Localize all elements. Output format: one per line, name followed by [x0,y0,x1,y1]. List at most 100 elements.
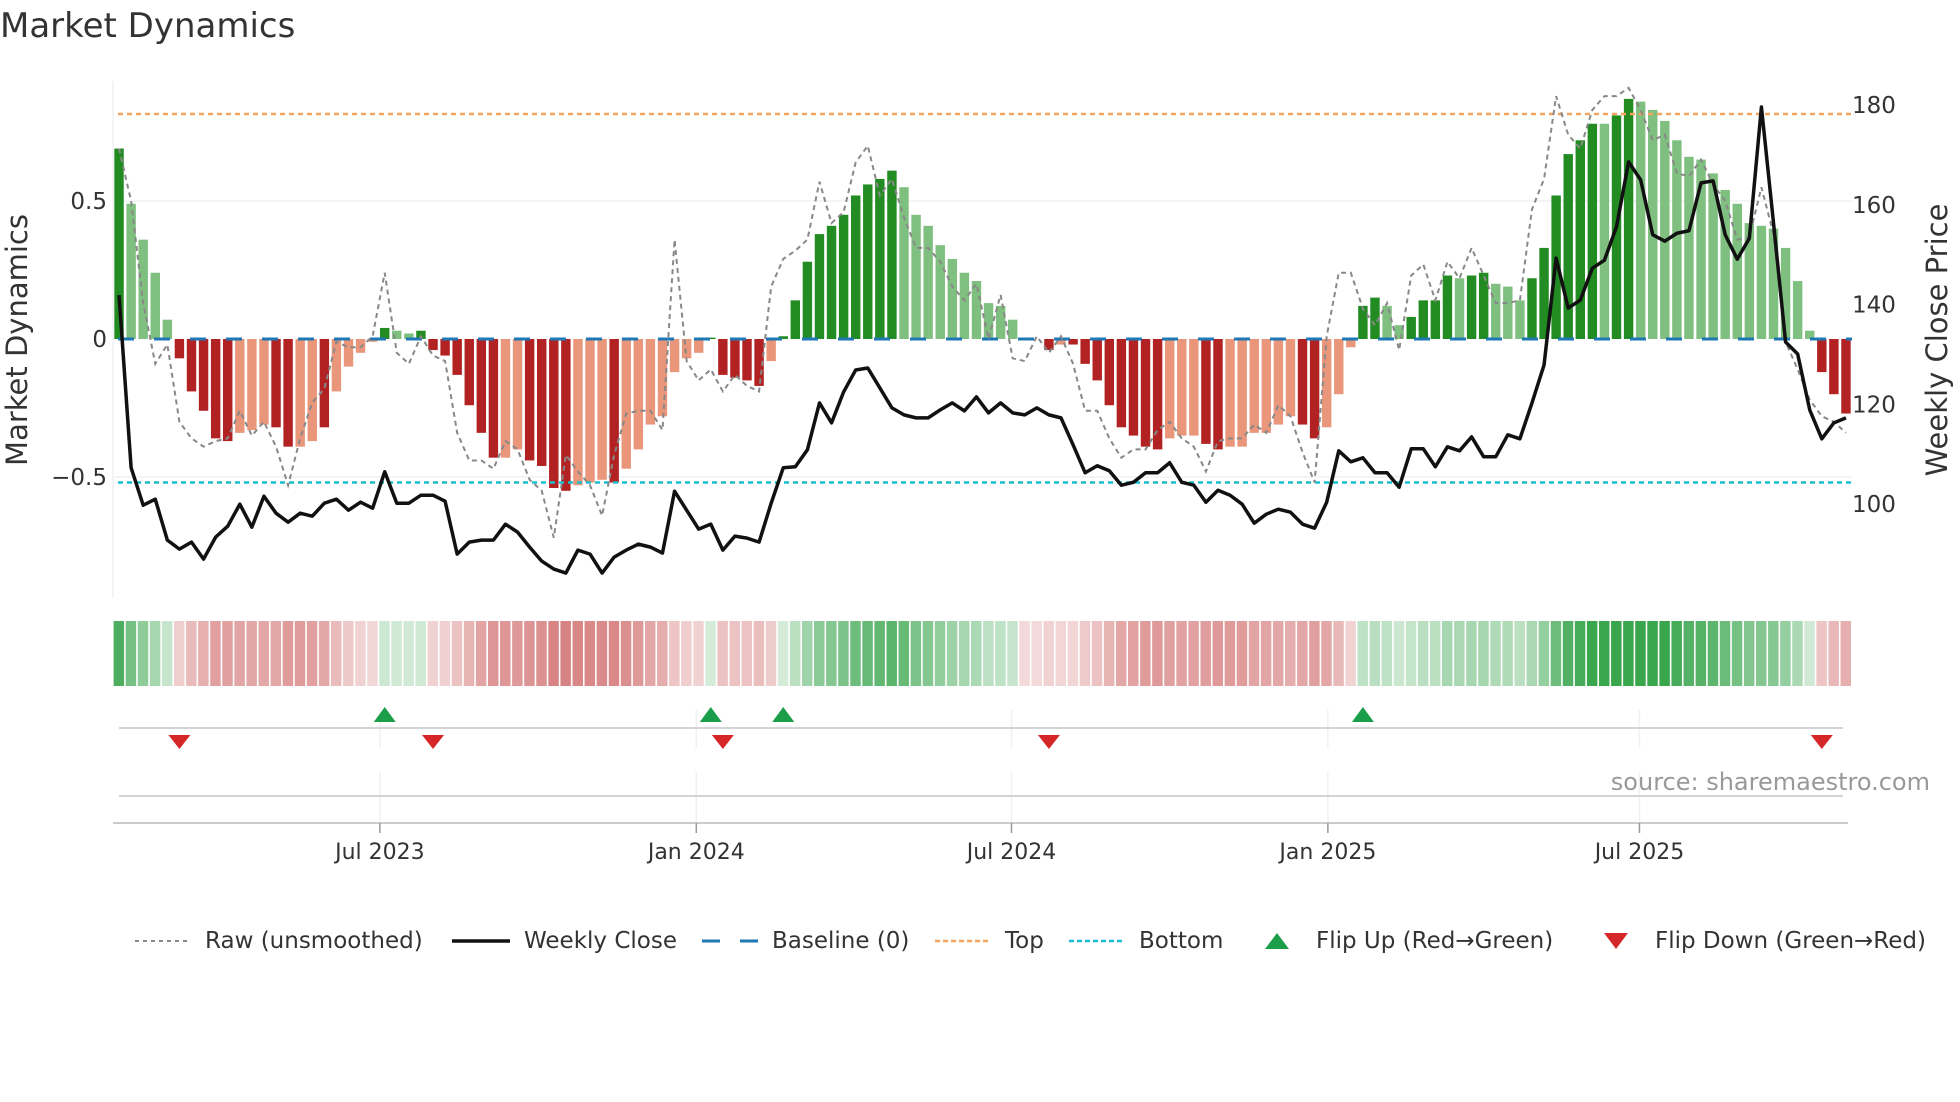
regime-cell [1115,621,1127,686]
momentum-bar [875,178,885,339]
flip-up-marker [373,707,396,722]
legend-item-bottom: Bottom [1069,924,1223,958]
y-tick-label: 0.5 [70,189,107,215]
momentum-bar [1430,300,1441,339]
y2-tick-label: 180 [1852,93,1896,119]
regime-cell [1743,621,1755,686]
regime-cell [536,621,547,686]
regime-cell [1103,621,1115,686]
regime-cell [1840,621,1851,686]
regime-cell [1598,621,1610,686]
regime-cell [1586,621,1598,686]
momentum-bar [1092,339,1102,381]
legend-label: Raw (unsmoothed) [205,928,423,954]
momentum-bar [1309,339,1320,439]
regime-cell [246,621,257,686]
flip-up-marker [772,707,795,722]
momentum-bar [428,339,438,351]
momentum-bar [452,339,462,375]
regime-cell [330,621,342,686]
momentum-bar [730,339,740,378]
regime-cell [1272,621,1284,686]
regime-cell [971,621,982,686]
momentum-bar [971,281,982,339]
momentum-bar [1285,339,1296,417]
momentum-bar [138,239,148,339]
regime-cell [1478,621,1489,686]
regime-cell [1695,621,1707,686]
momentum-bar [488,339,499,458]
regime-cell [1792,621,1803,686]
regime-cell [125,621,137,686]
regime-cell [753,621,765,686]
momentum-bar [343,339,354,367]
regime-cell [814,621,825,686]
regime-cell [632,621,644,686]
y-tick-label: 0 [92,327,107,353]
momentum-bar [1261,339,1272,433]
regime-cell [524,621,535,686]
regime-strip [113,621,1851,686]
momentum-bar [1503,286,1513,339]
regime-cell [644,621,656,686]
regime-cell [584,621,596,686]
momentum-bar [500,339,511,458]
y2-axis-label: Weekly Close Price [1920,204,1954,477]
momentum-bar [283,339,293,447]
regime-cell [1780,621,1791,686]
regime-cell [1260,621,1272,686]
regime-cell [343,621,354,686]
momentum-bar [1599,123,1610,339]
momentum-bar [597,339,607,480]
regime-cell [1417,621,1429,686]
raw-line [118,86,1847,538]
regime-cell [1188,621,1199,686]
regime-cell [1635,621,1646,686]
momentum-bar [1140,339,1151,447]
regime-cell [886,621,897,686]
momentum-bar [210,339,221,439]
regime-cell [1248,621,1260,686]
regime-cell [1719,621,1731,686]
momentum-bar [887,170,897,339]
momentum-bar [1792,281,1803,339]
regime-cell [1091,621,1103,686]
regime-cell [705,621,716,686]
regime-cell [1731,621,1743,686]
regime-cell [1224,621,1236,686]
regime-cell [282,621,294,686]
regime-cell [934,621,946,686]
regime-cell [487,621,499,686]
x-tick-label: Jan 2024 [646,840,745,865]
regime-cell [137,621,149,686]
momentum-bar [1841,339,1851,414]
regime-cell [512,621,523,686]
legend-item-raw: Raw (unsmoothed) [135,924,423,958]
regime-cell [1140,621,1151,686]
regime-cell [717,621,728,686]
regime-cell [838,621,849,686]
momentum-bar [838,214,849,339]
regime-cell [862,621,873,686]
regime-cell [1309,621,1320,686]
momentum-bar [247,339,257,431]
regime-cell [1804,621,1815,686]
legend-label: Baseline (0) [772,928,910,954]
momentum-bar [1491,283,1501,339]
regime-cell [1007,621,1018,686]
momentum-bar [150,272,160,339]
regime-cell [355,621,366,686]
momentum-bar [1466,275,1477,339]
regime-cell [451,621,463,686]
momentum-bar [331,339,342,392]
momentum-bar [235,339,245,433]
regime-cell [1442,621,1453,686]
regime-cell [1031,621,1042,686]
regime-cell [475,621,487,686]
regime-cell [379,621,390,686]
momentum-bar [947,258,958,339]
bottom-line-swatch-icon [1069,939,1125,943]
legend-label: Flip Down (Green→Red) [1655,928,1926,954]
baseline-swatch-icon [702,939,758,943]
momentum-bar [1152,339,1163,450]
